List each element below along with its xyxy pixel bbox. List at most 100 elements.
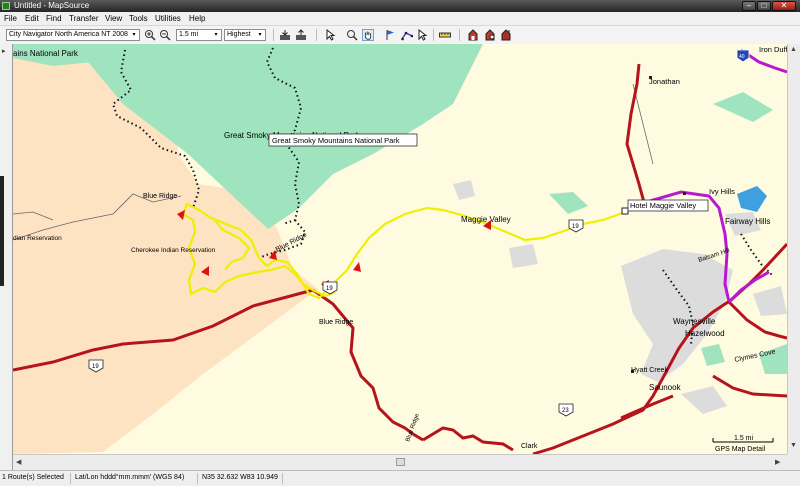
toolbar-divider <box>459 29 460 41</box>
scroll-down-icon[interactable]: ▼ <box>790 442 797 449</box>
scroll-up-icon[interactable]: ▲ <box>790 46 797 53</box>
hotel-callout-text: Hotel Maggie Valley <box>630 201 696 210</box>
map-label-jonathan: Jonathan <box>649 77 680 86</box>
route-direction-marker <box>353 262 361 272</box>
toolbar: City Navigator North America NT 2008 ▾ 1… <box>0 26 800 45</box>
route-tool-icon[interactable] <box>401 29 414 41</box>
route-19-label: 19 <box>572 224 579 230</box>
horizontal-scrollbar[interactable]: ◀ ▶ <box>13 454 787 470</box>
hand-tool-icon[interactable] <box>362 29 374 41</box>
zoom-scale-select[interactable]: 1.5 mi ▾ <box>176 29 222 41</box>
map-label-maggie-valley: Maggie Valley <box>461 215 511 224</box>
scroll-left-icon[interactable]: ◀ <box>16 458 21 466</box>
measure-distance-icon[interactable] <box>439 29 451 41</box>
home-icon[interactable] <box>500 29 512 41</box>
detail-level-select[interactable]: Highest ▾ <box>224 29 266 41</box>
highway <box>625 63 647 207</box>
window-title: Untitled - MapSource <box>14 1 90 10</box>
status-divider <box>197 473 198 484</box>
zoom-scale-value: 1.5 mi <box>179 31 199 38</box>
menu-view[interactable]: View <box>105 14 122 23</box>
town-marker <box>683 192 686 195</box>
map-label-park-top-left: ains National Park <box>13 49 79 58</box>
menu-file[interactable]: File <box>4 14 17 23</box>
mapsource-window: Untitled - MapSource – □ ✕ File Edit Fin… <box>0 0 800 486</box>
map-label-hazelwood: Hazelwood <box>685 329 725 338</box>
urban-area <box>753 286 787 316</box>
map-label-ivy-hills: Ivy Hills <box>709 187 735 196</box>
expand-panel-icon[interactable]: ▸ <box>2 47 6 55</box>
map-label-indian-reservation: dian Reservation <box>13 235 62 242</box>
highway <box>620 394 674 420</box>
menu-find[interactable]: Find <box>46 14 62 23</box>
route-19-label: 19 <box>326 286 333 292</box>
map-product-value: City Navigator North America NT 2008 <box>9 31 128 38</box>
vertical-scrollbar[interactable]: ▲ ▼ <box>787 44 800 454</box>
chevron-down-icon: ▾ <box>132 32 136 38</box>
zoom-in-icon[interactable] <box>144 29 156 41</box>
route-23-label: 23 <box>562 408 569 414</box>
title-bar[interactable]: Untitled - MapSource – □ ✕ <box>0 0 800 12</box>
us-route-23-shield: 23 <box>558 403 574 417</box>
detail-level-value: Highest <box>227 31 251 38</box>
menu-edit[interactable]: Edit <box>25 14 39 23</box>
mapsource-app-icon <box>2 2 10 10</box>
map-canvas[interactable]: 19 19 19 23 40 ains National Park Great … <box>13 44 787 454</box>
toolbar-divider <box>316 29 317 41</box>
urban-area <box>509 244 538 268</box>
zoom-tool-icon[interactable] <box>346 29 358 41</box>
menu-utilities[interactable]: Utilities <box>155 14 181 23</box>
find-places-icon[interactable] <box>484 29 496 41</box>
highway <box>712 374 787 398</box>
map-area-tool-icon[interactable] <box>467 29 479 41</box>
map-label-clark: Clark <box>521 443 538 450</box>
map-label-iron-duff: Iron Duff <box>759 45 787 54</box>
park-patch <box>713 92 773 122</box>
scrollbar-corner <box>787 454 800 470</box>
map-label-hyatt-creek: Hyatt Creek <box>631 367 668 374</box>
close-icon: ✕ <box>780 1 788 10</box>
close-button[interactable]: ✕ <box>772 1 796 11</box>
interstate-shield: 40 <box>736 49 750 63</box>
waypoint-tool-icon[interactable] <box>384 29 396 41</box>
menu-tools[interactable]: Tools <box>129 14 148 23</box>
urban-area <box>681 386 727 414</box>
select-tool-icon[interactable] <box>325 28 337 41</box>
menu-help[interactable]: Help <box>189 14 205 23</box>
toolbar-divider <box>273 29 274 41</box>
urban-area <box>453 180 475 200</box>
toolbar-divider <box>433 29 434 41</box>
map-label-cherokee: Cherokee Indian Reservation <box>131 247 216 254</box>
selection-status: 1 Route(s) Selected <box>2 474 64 481</box>
park-patch <box>549 192 588 214</box>
menu-bar: File Edit Find Transfer View Tools Utili… <box>0 12 800 26</box>
hotel-marker <box>621 207 629 215</box>
side-panel-edge <box>0 176 4 286</box>
map-label-saunook: Saunook <box>649 383 682 392</box>
map-label-blue-ridge: Blue Ridge <box>319 319 353 326</box>
menu-transfer[interactable]: Transfer <box>69 14 99 23</box>
zoom-out-icon[interactable] <box>159 29 171 41</box>
scroll-right-icon[interactable]: ▶ <box>775 458 780 466</box>
park-patch <box>701 344 725 366</box>
minimize-icon: – <box>746 1 752 10</box>
horizontal-scroll-thumb[interactable] <box>396 458 405 466</box>
minimize-button[interactable]: – <box>742 1 756 11</box>
side-panel-collapsed[interactable]: ▸ <box>0 44 13 470</box>
cursor-coordinates: N35 32.632 W83 10.949 <box>202 474 278 481</box>
map-label-blue-ridge: Blue Ridge <box>143 193 177 200</box>
maximize-button[interactable]: □ <box>757 1 771 11</box>
interstate-label: 40 <box>739 54 745 60</box>
position-format: Lat/Lon hddd°mm.mmm' (WGS 84) <box>75 474 185 481</box>
highway <box>422 426 514 452</box>
scale-caption: GPS Map Detail <box>715 446 766 453</box>
send-to-device-icon[interactable] <box>295 29 307 41</box>
receive-from-device-icon[interactable] <box>279 29 291 41</box>
map-product-select[interactable]: City Navigator North America NT 2008 ▾ <box>6 29 140 41</box>
route-19-label: 19 <box>92 364 99 370</box>
dotted-trail <box>740 233 774 277</box>
status-bar: 1 Route(s) Selected Lat/Lon hddd°mm.mmm'… <box>0 470 800 486</box>
park-tooltip: Great Smoky Mountains National Park <box>268 133 418 147</box>
track-tool-icon[interactable] <box>417 28 429 41</box>
maximize-icon: □ <box>761 1 767 10</box>
